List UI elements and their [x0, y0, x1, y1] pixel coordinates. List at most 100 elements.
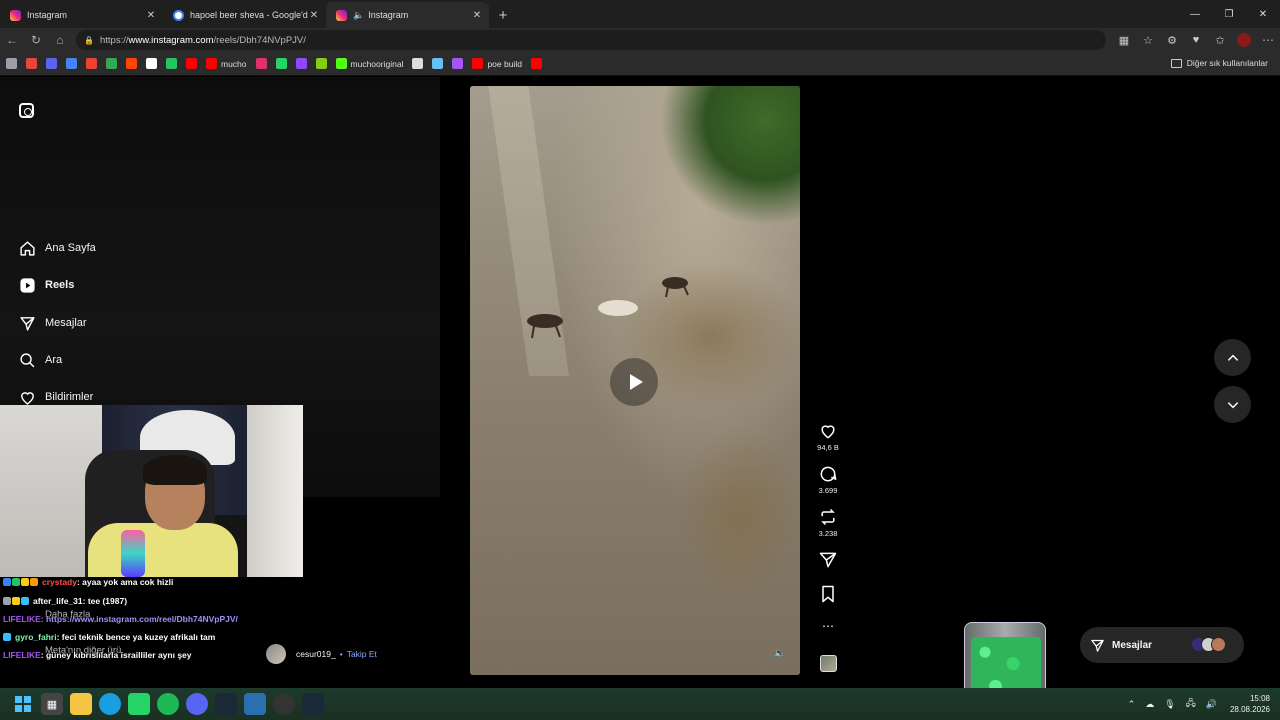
- next-reel-button[interactable]: [1214, 386, 1251, 423]
- bookmark-item[interactable]: [146, 58, 157, 69]
- share-button[interactable]: [808, 550, 848, 570]
- bookmark-item[interactable]: [275, 58, 287, 69]
- bookmark-item[interactable]: [86, 58, 97, 69]
- save-button[interactable]: [808, 584, 848, 604]
- extensions-icon[interactable]: ⚙: [1160, 34, 1184, 47]
- docs-icon: [66, 58, 77, 69]
- spotify-icon[interactable]: [157, 693, 179, 715]
- folder-icon: [1170, 58, 1182, 68]
- bookmark-item[interactable]: [530, 58, 542, 69]
- tab-google-search[interactable]: hapoel beer sheva - Google'da Ara ✕: [163, 2, 326, 28]
- edge-icon[interactable]: [99, 693, 121, 715]
- previous-reel-button[interactable]: [1214, 339, 1251, 376]
- windows-start-icon[interactable]: [12, 693, 34, 715]
- tab-instagram-active[interactable]: 🔈 Instagram ✕: [326, 2, 489, 28]
- network-icon[interactable]: 🖧: [1186, 696, 1196, 712]
- bookmark-item[interactable]: [315, 58, 327, 69]
- audio-thumbnail[interactable]: [820, 655, 837, 672]
- onedrive-icon[interactable]: ☁: [1145, 699, 1154, 710]
- collections-icon[interactable]: ✩: [1208, 34, 1232, 47]
- chat-username: crystady: [42, 577, 77, 587]
- minimize-icon[interactable]: —: [1178, 0, 1212, 28]
- performance-icon[interactable]: ♥: [1184, 34, 1208, 47]
- nav-reels-label: Reels: [45, 279, 75, 291]
- mic-icon[interactable]: 🎙: [1164, 699, 1175, 710]
- comment-button[interactable]: 3.699: [808, 464, 848, 495]
- app-icon[interactable]: [244, 693, 266, 715]
- repost-icon: [821, 508, 835, 526]
- reload-icon[interactable]: ↻: [24, 33, 48, 47]
- taskview-icon[interactable]: ▦: [41, 693, 63, 715]
- steam-icon[interactable]: [215, 693, 237, 715]
- address-bar[interactable]: 🔒 https://www.instagram.com/reels/Dbh74N…: [76, 30, 1106, 50]
- clock[interactable]: 15:08 28.08.2026: [1230, 693, 1270, 715]
- close-icon[interactable]: ✕: [308, 10, 320, 21]
- cam-person-shirt: [88, 523, 238, 577]
- favorite-star-icon[interactable]: ☆: [1136, 34, 1160, 47]
- bookmark-item[interactable]: [6, 58, 17, 69]
- nav-notifications[interactable]: Bildirimler: [18, 388, 93, 406]
- heart-icon: [821, 425, 835, 439]
- nav-home[interactable]: Ana Sayfa: [18, 239, 96, 257]
- send-icon: [18, 314, 36, 332]
- bookmark-item[interactable]: [66, 58, 77, 69]
- whatsapp-icon[interactable]: [128, 693, 150, 715]
- repost-button[interactable]: 3.238: [808, 507, 848, 538]
- bookmark-item[interactable]: muchooriginal: [335, 58, 404, 69]
- reel-video[interactable]: 🔈: [470, 86, 800, 675]
- more-options-icon[interactable]: ⋯: [808, 619, 848, 633]
- bookmark-item[interactable]: [126, 58, 137, 69]
- volume-icon[interactable]: 🔊: [1206, 699, 1217, 710]
- home-icon[interactable]: ⌂: [48, 33, 72, 47]
- like-button[interactable]: 94,6 B: [808, 421, 848, 452]
- x-icon: [146, 58, 157, 69]
- bookmark-item[interactable]: [46, 58, 57, 69]
- profile-avatar[interactable]: [1237, 33, 1251, 47]
- nav-messages[interactable]: Mesajlar: [18, 314, 87, 332]
- messages-pill[interactable]: Mesajlar: [1080, 627, 1244, 663]
- tab-instagram-1[interactable]: Instagram ✕: [0, 2, 163, 28]
- play-button[interactable]: [610, 358, 658, 406]
- instagram-icon: [10, 9, 21, 21]
- bookmark-item[interactable]: [26, 58, 37, 69]
- bookmark-label: muchooriginal: [350, 58, 404, 69]
- reader-icon[interactable]: ▦: [1112, 34, 1136, 47]
- instagram-logo-icon[interactable]: [19, 103, 34, 118]
- bookmark-item[interactable]: [295, 58, 307, 69]
- discord-icon[interactable]: [186, 693, 208, 715]
- follow-button[interactable]: Takip Et: [347, 649, 377, 659]
- bookmark-item[interactable]: [412, 58, 424, 69]
- close-icon[interactable]: ✕: [471, 10, 483, 21]
- send-icon: [819, 552, 837, 568]
- avatar[interactable]: [266, 644, 286, 664]
- window-controls: — ❐ ✕: [1178, 0, 1280, 28]
- close-window-icon[interactable]: ✕: [1246, 0, 1280, 28]
- nav-search[interactable]: Ara: [18, 351, 62, 369]
- chevron-up-icon: [1227, 354, 1238, 361]
- author-username[interactable]: cesur019_: [296, 649, 336, 659]
- kick-icon: [335, 58, 347, 69]
- obs-icon[interactable]: [273, 693, 295, 715]
- steam-icon[interactable]: [302, 693, 324, 715]
- volume-icon[interactable]: 🔈: [774, 648, 785, 659]
- bookmark-item[interactable]: [255, 58, 267, 69]
- file-explorer-icon[interactable]: [70, 693, 92, 715]
- bookmark-item[interactable]: [166, 58, 177, 69]
- close-icon[interactable]: ✕: [145, 10, 157, 21]
- bookmark-item[interactable]: [186, 58, 197, 69]
- speaker-icon[interactable]: 🔈: [353, 10, 364, 21]
- new-tab-button[interactable]: +: [489, 2, 517, 28]
- bookmark-item[interactable]: [432, 58, 444, 69]
- chevron-up-icon[interactable]: ⌃: [1128, 699, 1136, 710]
- restore-icon[interactable]: ❐: [1212, 0, 1246, 28]
- bookmark-item[interactable]: [106, 58, 117, 69]
- bookmark-item[interactable]: poe build: [472, 58, 522, 69]
- chat-message: after_life_31 : tee (1987): [3, 596, 127, 606]
- back-icon[interactable]: ←: [0, 33, 24, 47]
- other-bookmarks[interactable]: Diğer sık kullanılanlar: [1170, 58, 1268, 68]
- nav-reels[interactable]: Reels: [18, 276, 74, 294]
- bookmark-item[interactable]: [452, 58, 464, 69]
- more-icon[interactable]: ⋯: [1256, 33, 1280, 47]
- link-icon: [6, 58, 17, 69]
- bookmark-item[interactable]: mucho: [206, 58, 247, 69]
